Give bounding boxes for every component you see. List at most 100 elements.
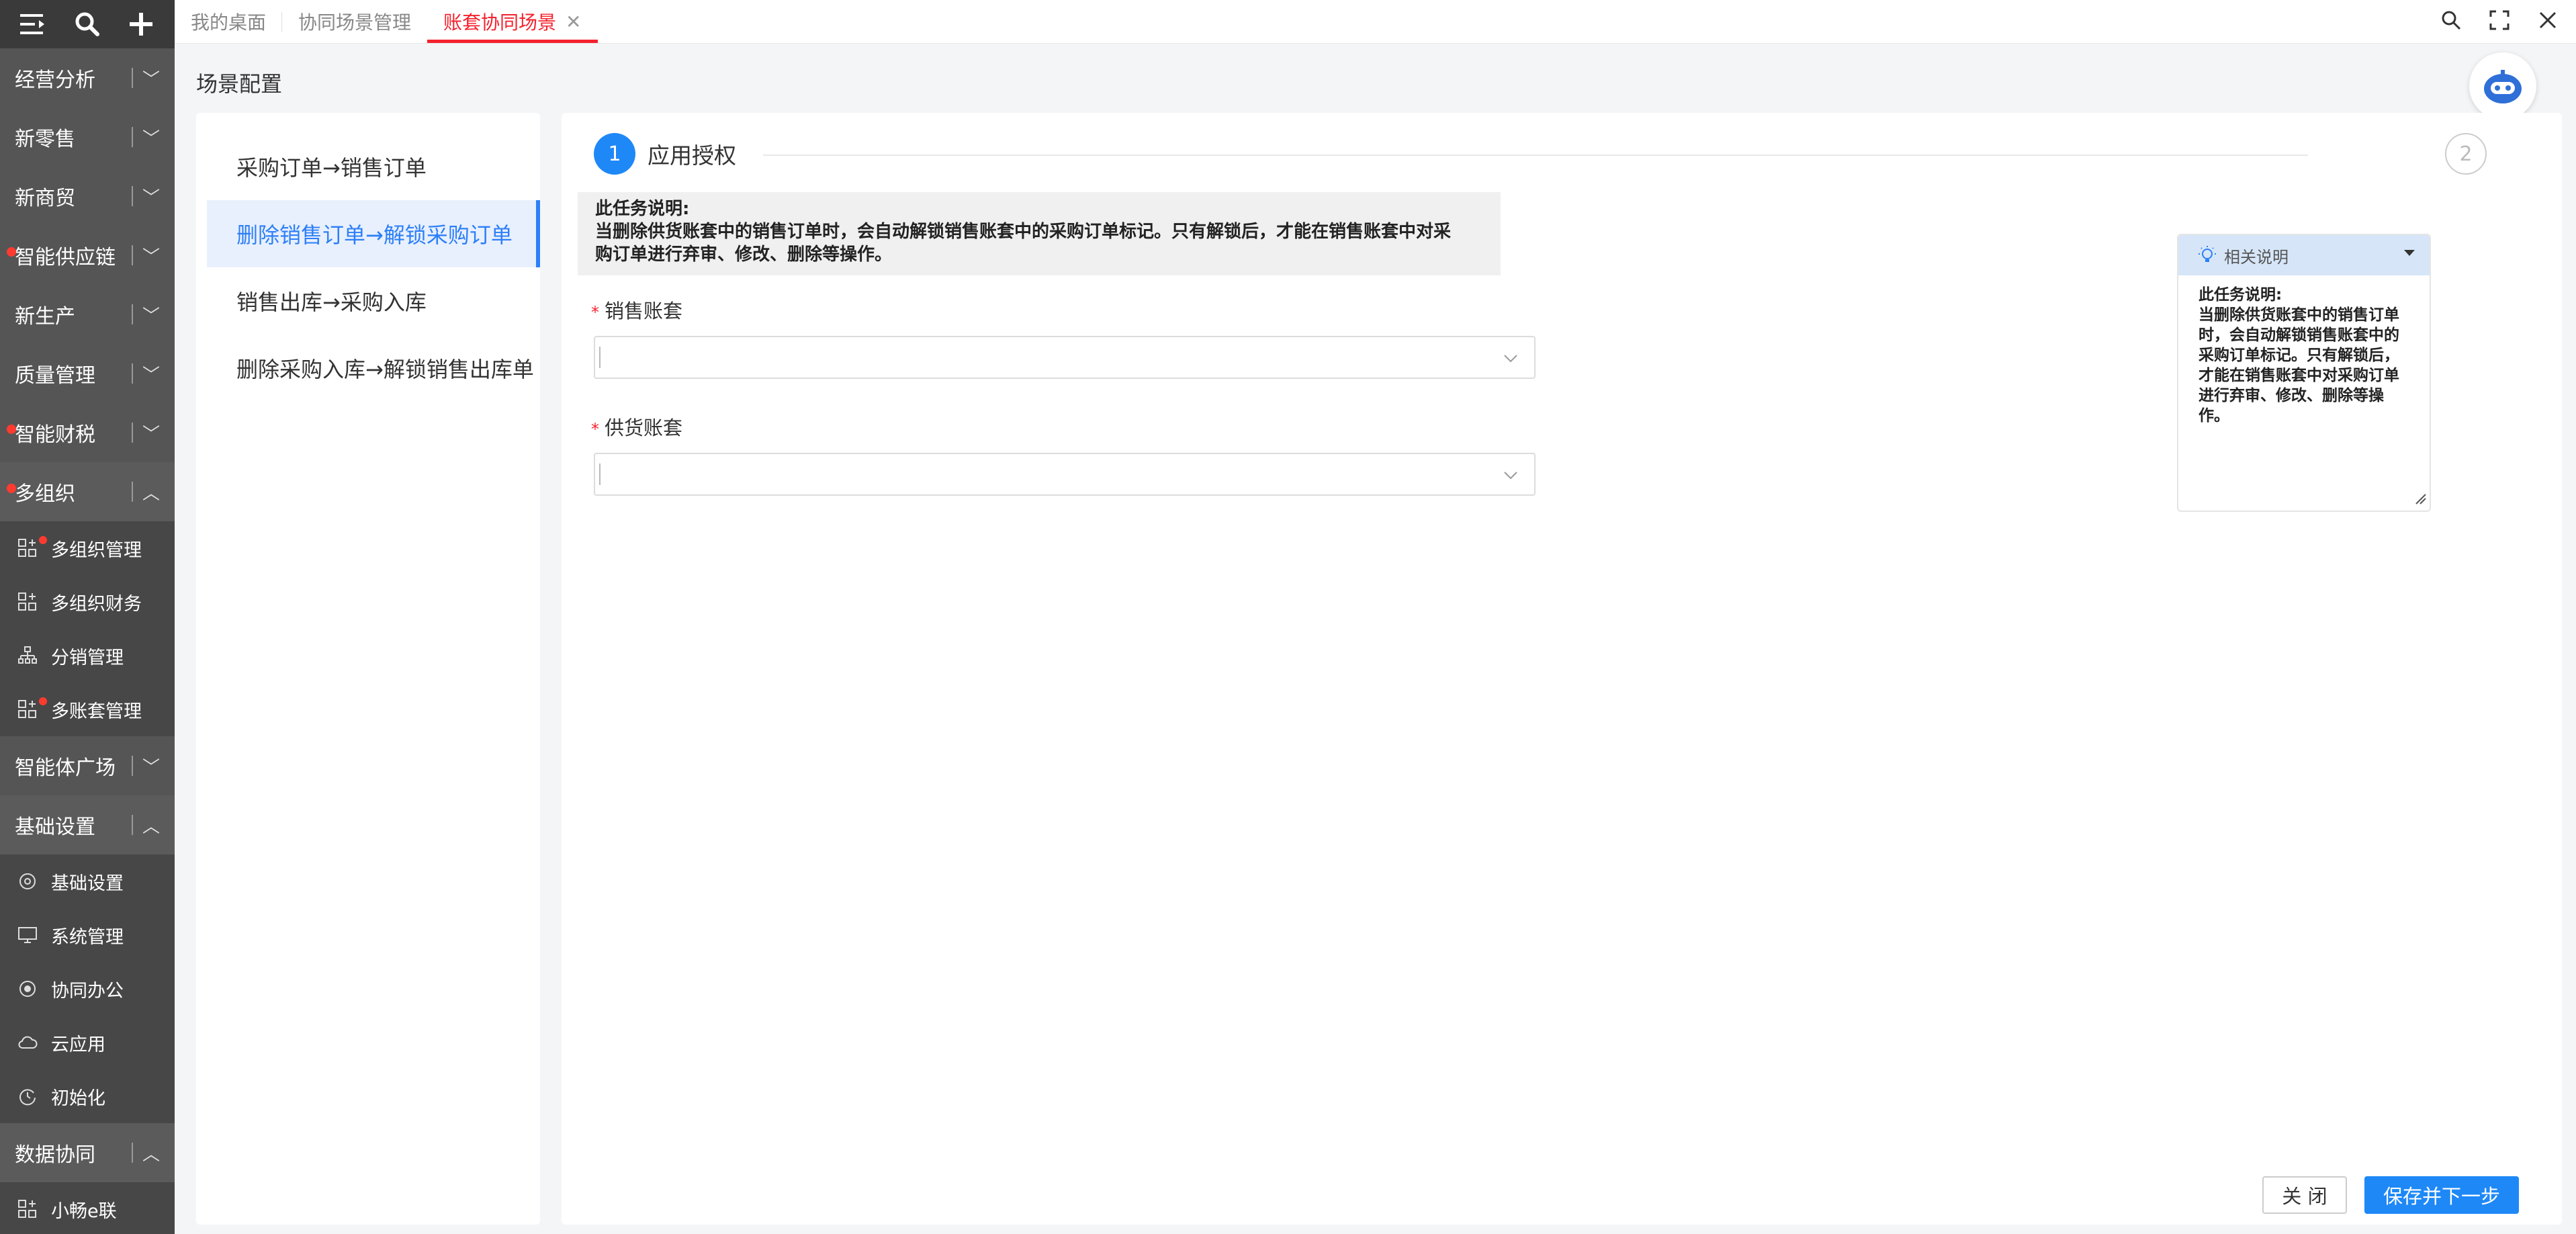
chevron-up-icon: ︿ xyxy=(142,816,160,837)
sales-account-label: * 销售账套 xyxy=(591,296,682,324)
label-text: 供货账套 xyxy=(605,416,683,439)
tab-account-scene[interactable]: 账套协同场景 ✕ xyxy=(427,0,598,43)
notification-dot xyxy=(7,425,16,434)
sidebar-sub-item[interactable]: 系统管理 xyxy=(0,908,175,962)
grid-app-icon xyxy=(16,1198,39,1221)
sidebar-sub-item[interactable]: 多账套管理 xyxy=(0,682,175,736)
caret-down-icon[interactable] xyxy=(2404,250,2415,256)
sidebar-sub-item-label: 云应用 xyxy=(51,1034,105,1055)
menu-icon[interactable] xyxy=(16,7,51,42)
nav-group-basic[interactable]: 基础设置 ︿ xyxy=(0,795,175,854)
help-line: 当删除供货账套中的销售订单 xyxy=(2199,306,2399,324)
nav-group[interactable]: 质量管理 ﹀ xyxy=(0,344,175,403)
fullscreen-icon[interactable] xyxy=(2485,5,2514,35)
nav-group-label: 新生产 xyxy=(15,305,75,328)
help-line: 才能在销售账套中对采购订单 xyxy=(2199,367,2399,384)
org-tree-icon xyxy=(16,644,39,667)
help-panel: 相关说明 此任务说明: 当删除供货账套中的销售订单 时，会自动解锁销售账套中的 采购订… xyxy=(2177,234,2431,512)
nav-group-label: 基础设置 xyxy=(15,816,95,839)
supply-account-select[interactable] xyxy=(594,453,1536,496)
nav-group-label: 多组织 xyxy=(15,482,75,506)
help-line: 进行弃审、修改、删除等操 xyxy=(2199,387,2384,404)
save-and-next-button[interactable]: 保存并下一步 xyxy=(2364,1176,2519,1214)
required-mark: * xyxy=(591,420,599,439)
nav-group-label: 经营分析 xyxy=(15,69,95,92)
nav-group-label: 数据协同 xyxy=(15,1143,95,1167)
main-panel: 1 应用授权 2 此任务说明: 当删除供货账套中的销售订单时，会自动解锁销售账套… xyxy=(562,113,2562,1225)
sidebar-sub-item[interactable]: 初始化 xyxy=(0,1069,175,1123)
nav-group-agent[interactable]: 智能体广场 ﹀ xyxy=(0,736,175,795)
sidebar-sub-item-label: 多账套管理 xyxy=(51,701,142,722)
nav-group-label: 智能财税 xyxy=(15,423,95,447)
nav-group[interactable]: 新生产 ﹀ xyxy=(0,285,175,344)
add-icon[interactable] xyxy=(124,7,159,42)
sidebar-sub-item-label: 小畅e联 xyxy=(51,1200,117,1222)
scene-item-delete-sales-unlock-purchase[interactable]: 删除销售订单→解锁采购订单 xyxy=(207,200,540,267)
note-line: 当删除供货账套中的销售订单时，会自动解锁销售账套中的采购订单标记。只有解锁后，才… xyxy=(595,222,1452,242)
tab-scene-management[interactable]: 协同场景管理 xyxy=(282,0,427,43)
nav-group-data[interactable]: 数据协同 ︿ xyxy=(0,1123,175,1182)
nav-group[interactable]: 经营分析 ﹀ xyxy=(0,48,175,107)
text-cursor xyxy=(599,464,601,485)
scene-item-delete-purchase-in-unlock-sales-out[interactable]: 删除采购入库→解锁销售出库单 xyxy=(207,335,540,402)
chevron-down-icon: ﹀ xyxy=(142,69,160,90)
notification-dot xyxy=(7,484,16,493)
sidebar-sub-item-label: 协同办公 xyxy=(51,980,124,1002)
sidebar-sub-item[interactable]: 协同办公 xyxy=(0,962,175,1016)
settings-icon xyxy=(16,870,39,893)
scene-item-purchase-to-sales[interactable]: 采购订单→销售订单 xyxy=(207,133,540,200)
page-title: 场景配置 xyxy=(196,71,283,97)
help-line: 时，会自动解锁销售账套中的 xyxy=(2199,326,2399,344)
close-button[interactable]: 关 闭 xyxy=(2262,1176,2347,1214)
assistant-robot-icon[interactable] xyxy=(2469,52,2536,120)
tab-label: 我的桌面 xyxy=(191,11,267,34)
sidebar-sub-item[interactable]: 多组织财务 xyxy=(0,575,175,629)
chevron-down-icon: ﹀ xyxy=(142,187,160,208)
chevron-up-icon: ︿ xyxy=(142,483,160,504)
nav-group[interactable]: 多组织 ︿ xyxy=(0,462,175,521)
step-number: 2 xyxy=(2445,133,2487,175)
sidebar-sub-item-label: 基础设置 xyxy=(51,873,124,894)
tab-label: 账套协同场景 xyxy=(443,11,557,34)
sidebar-sub-item[interactable]: 小畅e联 xyxy=(0,1182,175,1234)
close-tab-icon[interactable]: ✕ xyxy=(566,11,581,33)
tab-my-desktop[interactable]: 我的桌面 xyxy=(175,0,283,43)
chevron-down-icon: ﹀ xyxy=(142,424,160,445)
window-controls xyxy=(2436,5,2563,35)
step-1: 1 应用授权 xyxy=(594,133,736,175)
chevron-down-icon: ﹀ xyxy=(142,757,160,778)
sidebar-sub-item[interactable]: 云应用 xyxy=(0,1016,175,1069)
text-cursor xyxy=(599,347,601,368)
grid-app-icon xyxy=(16,537,39,560)
lightbulb-icon xyxy=(2197,245,2217,265)
notification-dot xyxy=(39,697,47,705)
sales-account-select[interactable] xyxy=(594,336,1536,379)
monitor-icon xyxy=(16,924,39,946)
required-mark: * xyxy=(591,303,599,322)
scene-item-sales-out-to-purchase-in[interactable]: 销售出库→采购入库 xyxy=(207,267,540,335)
chevron-down-icon: ﹀ xyxy=(142,306,160,326)
search-icon[interactable] xyxy=(70,7,105,42)
nav-group[interactable]: 智能财税 ﹀ xyxy=(0,403,175,462)
resize-handle-icon[interactable] xyxy=(2413,492,2427,508)
sidebar-sub-item-label: 多组织管理 xyxy=(51,539,142,561)
tab-label: 协同场景管理 xyxy=(298,11,412,34)
nav-group-label: 智能供应链 xyxy=(15,246,116,269)
sidebar-sub-item[interactable]: 基础设置 xyxy=(0,854,175,908)
nav-group[interactable]: 新商贸 ﹀ xyxy=(0,167,175,226)
sidebar-sub-item[interactable]: 多组织管理 xyxy=(0,521,175,575)
help-header[interactable]: 相关说明 xyxy=(2178,235,2430,275)
sidebar: 经营分析 ﹀ 新零售 ﹀ 新商贸 ﹀ 智能供应链 ﹀ 新生产 ﹀ 质量管理 ﹀ 智能财税 ﹀ 多组织 ︿ 多组… xyxy=(0,0,175,1234)
grid-app-icon xyxy=(16,698,39,721)
search-icon[interactable] xyxy=(2436,5,2466,35)
tab-bar: 我的桌面 协同场景管理 账套协同场景 ✕ xyxy=(175,0,2576,44)
close-window-icon[interactable] xyxy=(2533,5,2563,35)
nav-group[interactable]: 智能供应链 ﹀ xyxy=(0,226,175,285)
supply-account-label: * 供货账套 xyxy=(591,412,682,441)
chevron-down-icon: ﹀ xyxy=(142,128,160,149)
grid-app-icon xyxy=(16,590,39,613)
sidebar-sub-item[interactable]: 分销管理 xyxy=(0,629,175,682)
chevron-down-icon xyxy=(1502,466,1519,486)
note-title: 此任务说明: xyxy=(595,199,690,219)
nav-group[interactable]: 新零售 ﹀ xyxy=(0,107,175,167)
